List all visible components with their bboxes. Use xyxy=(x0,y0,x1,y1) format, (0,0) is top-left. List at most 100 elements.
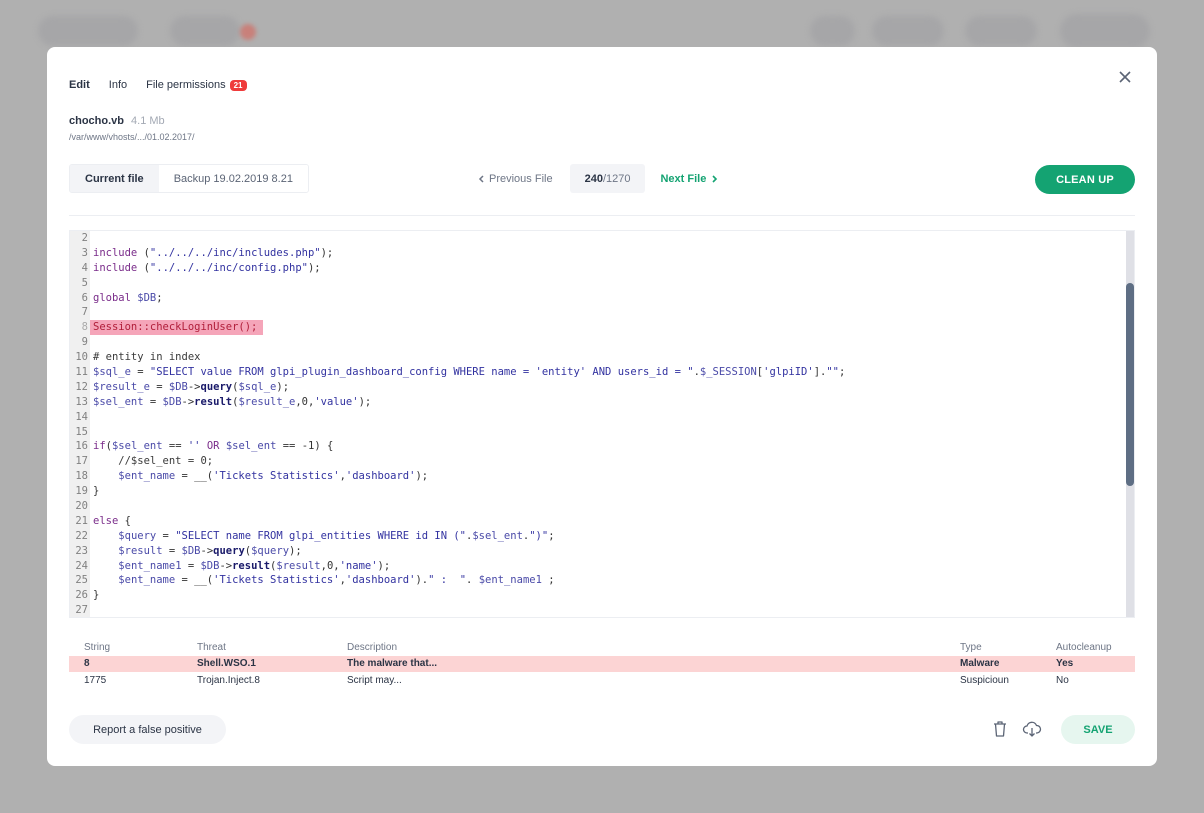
line-text xyxy=(90,425,93,440)
file-editor-modal: Edit Info File permissions 21 chocho.vb 4.… xyxy=(47,47,1157,766)
code-line: 3 include ("../../../inc/includes.php"); xyxy=(70,246,845,261)
current-index: 240 xyxy=(584,172,603,185)
line-text: $ent_name = __('Tickets Statistics','das… xyxy=(118,574,555,587)
line-number: 2 xyxy=(81,232,88,244)
line-number: 23 xyxy=(75,544,88,557)
save-button[interactable]: SAVE xyxy=(1061,715,1135,744)
line-number: 12 xyxy=(75,380,88,393)
line-text xyxy=(90,410,93,425)
line-number: 17 xyxy=(75,455,88,468)
close-icon[interactable] xyxy=(1117,69,1133,85)
current-file-button[interactable]: Current file xyxy=(70,165,159,192)
code-line: 26} xyxy=(70,588,845,603)
file-navigation: Previous File 240/1270 Next File xyxy=(477,164,720,193)
line-number: 3 xyxy=(81,246,88,259)
next-file-button[interactable]: Next File xyxy=(660,173,720,185)
file-path: /var/www/vhosts/.../01.02.2017/ xyxy=(69,132,195,142)
trash-icon[interactable] xyxy=(992,720,1008,738)
tab-label: File permissions xyxy=(146,79,226,91)
table-row[interactable]: 1775 Trojan.Inject.8 Script may... Suspi… xyxy=(69,672,1135,689)
line-text: $sel_ent = $DB->result($result_e,0,'valu… xyxy=(93,395,372,408)
scrollbar-thumb[interactable] xyxy=(1126,283,1134,486)
previous-file-button[interactable]: Previous File xyxy=(477,173,553,185)
line-number: 18 xyxy=(75,470,88,483)
cell-string: 1775 xyxy=(84,674,107,686)
line-text: $result = $DB->query($query); xyxy=(118,544,302,557)
line-text: } xyxy=(93,589,100,602)
cell-type: Suspicioun xyxy=(960,674,1009,686)
line-text: else { xyxy=(93,514,131,527)
file-name: chocho.vb xyxy=(69,115,125,127)
code-line: 22 $query = "SELECT name FROM glpi_entit… xyxy=(70,529,845,544)
code-line: 15 xyxy=(70,425,845,440)
header-autocleanup: Autocleanup xyxy=(1056,641,1112,653)
line-number: 25 xyxy=(75,574,88,587)
table-row[interactable]: 8 Shell.WSO.1 The malware that... Malwar… xyxy=(69,655,1135,672)
code-line: 16 if($sel_ent == '' OR $sel_ent == -1) { xyxy=(70,439,845,454)
line-text: $ent_name = __('Tickets Statistics','das… xyxy=(118,470,429,483)
line-number: 14 xyxy=(75,410,88,423)
line-number: 26 xyxy=(75,589,88,602)
code-line: 6 global $DB; xyxy=(70,291,845,306)
line-text xyxy=(90,305,93,320)
line-text xyxy=(90,335,93,350)
line-text xyxy=(90,276,93,291)
line-number: 4 xyxy=(81,261,88,274)
background-blurred-element xyxy=(240,24,256,40)
cell-string: 8 xyxy=(84,658,90,670)
code-line-highlighted: 8 Session::checkLoginUser(); xyxy=(70,320,845,336)
line-text: //$sel_ent = 0; xyxy=(93,455,214,468)
cloud-download-icon[interactable] xyxy=(1022,720,1042,738)
code-line: 12 $result_e = $DB->query($sql_e); xyxy=(70,380,845,395)
code-line: 24 $ent_name1 = $DB->result($result,0,'n… xyxy=(70,559,845,574)
line-number: 6 xyxy=(81,291,88,304)
tab-label: Info xyxy=(108,79,128,91)
cell-autocleanup: Yes xyxy=(1056,658,1074,670)
code-line: 13 $sel_ent = $DB->result($result_e,0,'va… xyxy=(70,395,845,410)
code-line: 19} xyxy=(70,484,845,499)
file-size: 4.1 Mb xyxy=(131,115,165,127)
tab-file-permissions[interactable]: File permissions 21 xyxy=(146,79,247,91)
table-header: String Threat Description Type Autoclean… xyxy=(69,639,1135,656)
line-number: 27 xyxy=(75,604,88,617)
tab-info[interactable]: Info xyxy=(109,79,127,91)
code-line: 10 # entity in index xyxy=(70,350,845,365)
line-text: # entity in index xyxy=(93,351,201,364)
cell-description: The malware that... xyxy=(347,658,438,670)
background-blurred-element xyxy=(965,16,1037,46)
report-false-positive-button[interactable]: Report a false positive xyxy=(69,715,226,744)
cell-type: Malware xyxy=(960,658,1000,670)
code-editor[interactable]: 2 3 include ("../../../inc/includes.php");… xyxy=(69,230,1135,618)
divider xyxy=(69,215,1135,216)
code-line: 25 $ent_name = __('Tickets Statistics','… xyxy=(70,573,845,588)
line-number: 24 xyxy=(75,559,88,572)
threats-table: String Threat Description Type Autoclean… xyxy=(69,639,1135,689)
code-line: 7 xyxy=(70,305,845,320)
line-text xyxy=(90,603,93,617)
count-badge: 21 xyxy=(229,79,247,91)
header-description: Description xyxy=(347,641,398,653)
line-number: 13 xyxy=(75,395,88,408)
cell-description: Script may... xyxy=(347,674,402,686)
line-text xyxy=(90,231,93,246)
line-text: } xyxy=(93,485,100,498)
tab-edit[interactable]: Edit xyxy=(69,79,90,91)
header-type: Type xyxy=(960,641,982,653)
code-line: 2 xyxy=(70,231,845,246)
line-number: 11 xyxy=(75,366,88,379)
clean-up-button[interactable]: CLEAN UP xyxy=(1035,165,1135,194)
line-number: 19 xyxy=(75,485,88,498)
code-line: 18 $ent_name = __('Tickets Statistics','… xyxy=(70,469,845,484)
line-text: $sql_e = "SELECT value FROM glpi_plugin_… xyxy=(93,366,846,379)
line-text: global $DB; xyxy=(93,291,163,304)
code-content: 2 3 include ("../../../inc/includes.php");… xyxy=(70,231,846,617)
background-blurred-element xyxy=(810,16,855,46)
total-files: /1270 xyxy=(602,172,631,185)
line-number: 21 xyxy=(75,514,88,527)
next-file-label: Next File xyxy=(660,172,707,185)
backup-file-button[interactable]: Backup 19.02.2019 8.21 xyxy=(158,165,308,192)
background-blurred-element xyxy=(872,16,944,46)
line-text: $ent_name1 = $DB->result($result,0,'name… xyxy=(118,559,391,572)
code-line: 21 else { xyxy=(70,514,845,529)
header-threat: Threat xyxy=(197,641,226,653)
